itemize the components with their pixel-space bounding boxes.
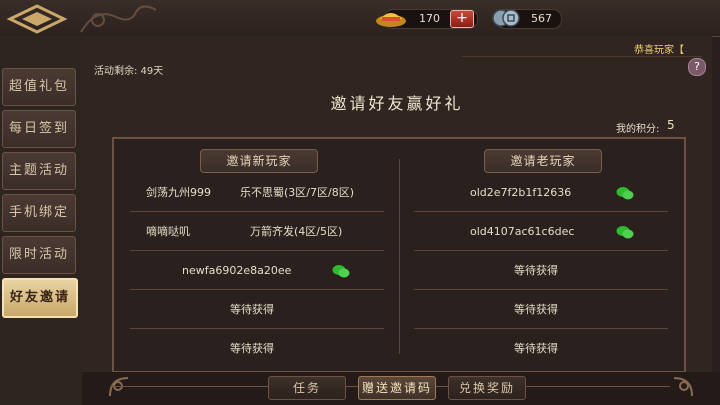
wechat-icon	[616, 187, 634, 200]
score-value: 5	[667, 118, 675, 132]
pending-slot: 等待获得	[230, 303, 274, 316]
table-row: old4107ac61c6dec	[414, 214, 668, 251]
table-row: 等待获得	[130, 292, 384, 329]
marquee-divider	[462, 56, 702, 57]
gold-value: 170	[419, 12, 440, 25]
sidebar-item-daily-checkin[interactable]: 每日签到	[2, 110, 76, 148]
main-panel: 恭喜玩家【 活动剩余: 49天 ? 邀请好友赢好礼 我的积分: 5 邀请新玩家 …	[82, 36, 712, 405]
score-label: 我的积分:	[616, 124, 660, 135]
bottom-tab-bar: 任务 赠送邀请码 兑换奖励	[82, 372, 720, 405]
top-bar: 170 + 567	[0, 0, 720, 37]
wechat-icon	[332, 265, 350, 278]
table-row: 等待获得	[130, 331, 384, 367]
pending-slot: 等待获得	[514, 303, 558, 316]
cloud-ornament-icon	[80, 5, 157, 33]
column-divider	[399, 159, 400, 354]
sidebar-item-limited-event[interactable]: 限时活动	[2, 236, 76, 274]
player-name: 剑荡九州999	[146, 186, 211, 199]
player-server: 万箭齐发(4区/5区)	[250, 225, 343, 238]
tab-gift-invite-code[interactable]: 赠送邀请码	[358, 376, 436, 400]
time-remaining: 活动剩余: 49天	[94, 66, 164, 77]
table-row: 等待获得	[414, 292, 668, 329]
wechat-icon	[616, 226, 634, 239]
player-name: newfa6902e8a20ee	[182, 264, 292, 277]
sidebar-item-value-pack[interactable]: 超值礼包	[2, 68, 76, 106]
back-arrow-icon[interactable]	[6, 3, 68, 35]
pending-slot: 等待获得	[514, 264, 558, 277]
table-row: 嘀嘀哒叽 万箭齐发(4区/5区)	[130, 214, 384, 251]
sidebar-item-friend-invite[interactable]: 好友邀请	[2, 278, 78, 318]
gold-ingot-icon	[376, 13, 406, 27]
new-players-header: 邀请新玩家	[200, 149, 318, 173]
add-gold-button[interactable]: +	[450, 10, 474, 28]
help-icon[interactable]: ?	[688, 58, 706, 76]
invite-board: 邀请新玩家 剑荡九州999 乐不思蜀(3区/7区/8区) 嘀嘀哒叽 万箭齐发(4…	[112, 137, 686, 373]
coin-stack-icon	[492, 9, 520, 27]
table-row: old2e7f2b1f12636	[414, 175, 668, 212]
player-server: 乐不思蜀(3区/7区/8区)	[240, 186, 354, 199]
table-row: 剑荡九州999 乐不思蜀(3区/7区/8区)	[130, 175, 384, 212]
coin-value: 567	[531, 12, 552, 25]
page-title: 邀请好友赢好礼	[330, 94, 464, 113]
table-row: 等待获得	[414, 331, 668, 367]
old-players-header: 邀请老玩家	[484, 149, 602, 173]
pending-slot: 等待获得	[230, 342, 274, 355]
tab-redeem-rewards[interactable]: 兑换奖励	[448, 376, 526, 400]
player-name: old4107ac61c6dec	[470, 225, 575, 238]
table-row: newfa6902e8a20ee	[130, 253, 384, 290]
sidebar: 超值礼包 每日签到 主题活动 手机绑定 限时活动 好友邀请	[0, 36, 82, 405]
tab-tasks[interactable]: 任务	[268, 376, 346, 400]
corner-ornament-icon	[673, 377, 693, 397]
sidebar-item-theme-event[interactable]: 主题活动	[2, 152, 76, 190]
player-name: 嘀嘀哒叽	[146, 225, 190, 238]
broadcast-marquee: 恭喜玩家【	[634, 45, 684, 55]
table-row: 等待获得	[414, 253, 668, 290]
sidebar-item-phone-binding[interactable]: 手机绑定	[2, 194, 76, 232]
player-name: old2e7f2b1f12636	[470, 186, 572, 199]
pending-slot: 等待获得	[514, 342, 558, 355]
